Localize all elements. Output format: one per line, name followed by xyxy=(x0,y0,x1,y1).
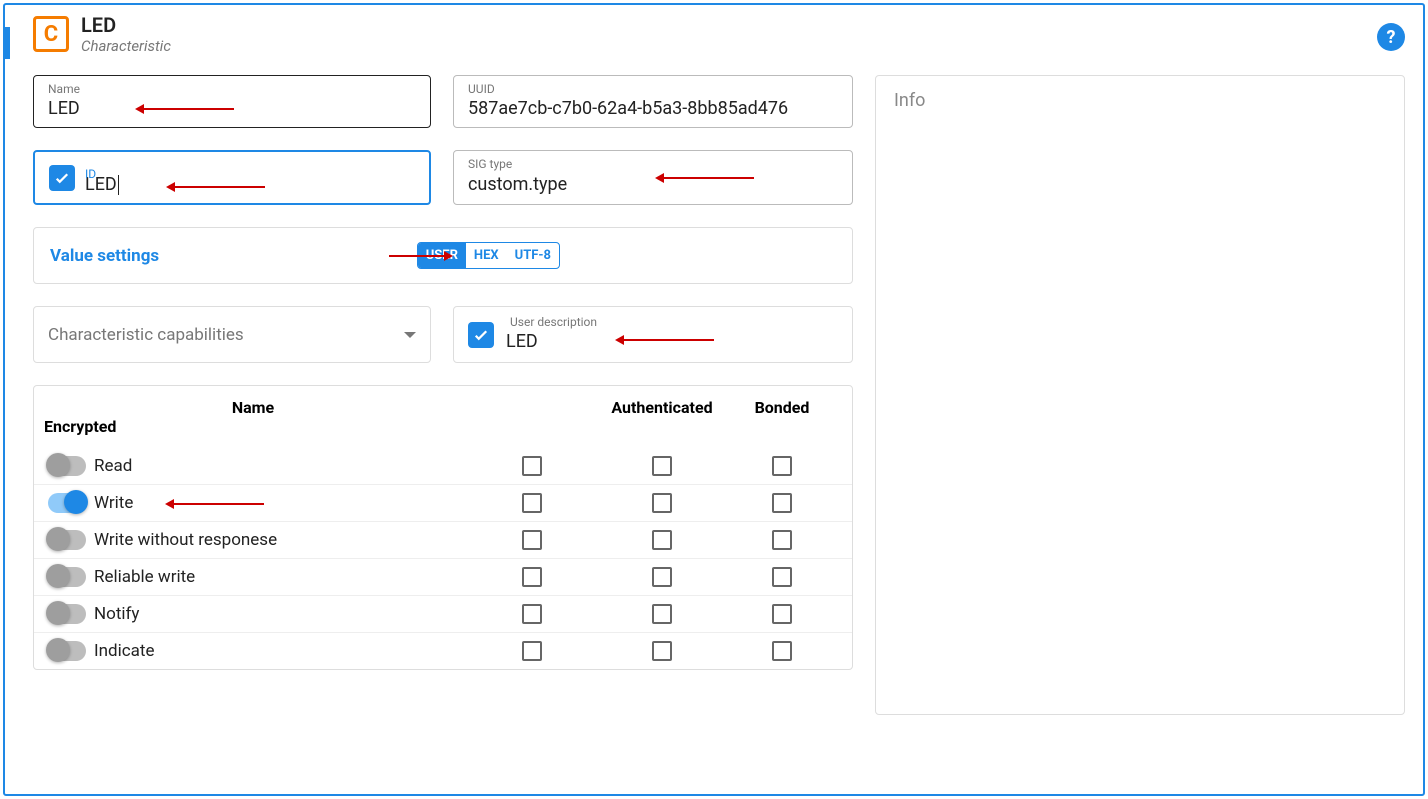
sig-type-input[interactable] xyxy=(468,174,840,195)
bonded-checkbox[interactable] xyxy=(652,567,672,587)
annotation-arrow xyxy=(624,339,714,341)
col-bonded: Bonded xyxy=(722,398,842,417)
encrypted-checkbox[interactable] xyxy=(772,530,792,550)
characteristic-icon: C xyxy=(33,16,69,52)
encrypted-checkbox[interactable] xyxy=(772,456,792,476)
name-label: Name xyxy=(48,82,80,96)
toggle-hex[interactable]: HEX xyxy=(466,243,507,268)
bonded-checkbox[interactable] xyxy=(652,641,672,661)
chevron-down-icon xyxy=(404,332,416,338)
authenticated-checkbox[interactable] xyxy=(522,567,542,587)
user-description-checkbox[interactable] xyxy=(468,322,494,348)
annotation-arrow xyxy=(174,503,264,505)
col-name: Name xyxy=(44,398,462,417)
table-row: Write without responese xyxy=(34,521,852,558)
value-settings-title: Value settings xyxy=(50,246,159,266)
capability-name: Indicate xyxy=(94,641,462,661)
capability-switch[interactable] xyxy=(48,530,86,550)
toggle-user[interactable]: USER xyxy=(418,243,466,268)
check-icon xyxy=(472,326,490,344)
info-panel: Info xyxy=(875,75,1405,715)
characteristic-editor-window: ? C LED Characteristic Name UUID xyxy=(3,3,1425,796)
uuid-label: UUID xyxy=(468,82,495,96)
id-field[interactable]: ID LED xyxy=(33,150,431,205)
capability-name: Write xyxy=(94,493,462,513)
bonded-checkbox[interactable] xyxy=(652,493,672,513)
capability-name: Write without responese xyxy=(94,530,462,550)
sig-type-field[interactable]: SIG type xyxy=(453,150,853,205)
encrypted-checkbox[interactable] xyxy=(772,641,792,661)
name-field[interactable]: Name xyxy=(33,75,431,128)
capabilities-dropdown[interactable]: Characteristic capabilities xyxy=(33,306,431,363)
authenticated-checkbox[interactable] xyxy=(522,604,542,624)
accent-bar xyxy=(5,27,10,59)
table-row: Read xyxy=(34,448,852,484)
encrypted-checkbox[interactable] xyxy=(772,567,792,587)
capability-switch[interactable] xyxy=(48,493,86,513)
value-settings-panel: Value settings USER HEX UTF-8 xyxy=(33,227,853,284)
capability-name: Notify xyxy=(94,604,462,624)
value-format-toggle: USER HEX UTF-8 xyxy=(417,242,560,269)
info-title: Info xyxy=(894,90,925,111)
id-checkbox[interactable] xyxy=(49,165,75,191)
capability-switch[interactable] xyxy=(48,456,86,476)
check-icon xyxy=(53,169,71,187)
help-button[interactable]: ? xyxy=(1377,23,1405,51)
page-subtitle: Characteristic xyxy=(81,37,171,55)
user-description-field[interactable]: User description LED xyxy=(453,306,853,363)
table-header-row: Name Authenticated Bonded Encrypted xyxy=(34,386,852,448)
user-description-label: User description xyxy=(510,315,597,329)
authenticated-checkbox[interactable] xyxy=(522,530,542,550)
capabilities-dropdown-label: Characteristic capabilities xyxy=(48,325,244,345)
col-authenticated: Authenticated xyxy=(602,398,722,417)
bonded-checkbox[interactable] xyxy=(652,530,672,550)
user-description-value: LED xyxy=(506,331,538,352)
sig-type-label: SIG type xyxy=(468,157,512,171)
id-input[interactable]: LED xyxy=(85,174,417,195)
capability-table: Name Authenticated Bonded Encrypted Read… xyxy=(33,385,853,670)
name-input[interactable] xyxy=(48,98,418,119)
uuid-input[interactable] xyxy=(468,98,840,119)
text-cursor xyxy=(118,175,119,195)
table-row: Notify xyxy=(34,595,852,632)
encrypted-checkbox[interactable] xyxy=(772,493,792,513)
authenticated-checkbox[interactable] xyxy=(522,456,542,476)
table-row: Reliable write xyxy=(34,558,852,595)
capability-switch[interactable] xyxy=(48,604,86,624)
uuid-field[interactable]: UUID xyxy=(453,75,853,128)
capability-switch[interactable] xyxy=(48,641,86,661)
capability-name: Reliable write xyxy=(94,567,462,587)
bonded-checkbox[interactable] xyxy=(652,456,672,476)
col-encrypted: Encrypted xyxy=(44,417,94,436)
authenticated-checkbox[interactable] xyxy=(522,641,542,661)
id-label: ID xyxy=(85,167,96,181)
authenticated-checkbox[interactable] xyxy=(522,493,542,513)
encrypted-checkbox[interactable] xyxy=(772,604,792,624)
bonded-checkbox[interactable] xyxy=(652,604,672,624)
toggle-utf8[interactable]: UTF-8 xyxy=(507,243,559,268)
table-row: Write xyxy=(34,484,852,521)
header: C LED Characteristic xyxy=(5,13,1405,55)
table-row: Indicate xyxy=(34,632,852,669)
capability-name: Read xyxy=(94,456,462,476)
page-title: LED xyxy=(81,13,171,37)
capability-switch[interactable] xyxy=(48,567,86,587)
